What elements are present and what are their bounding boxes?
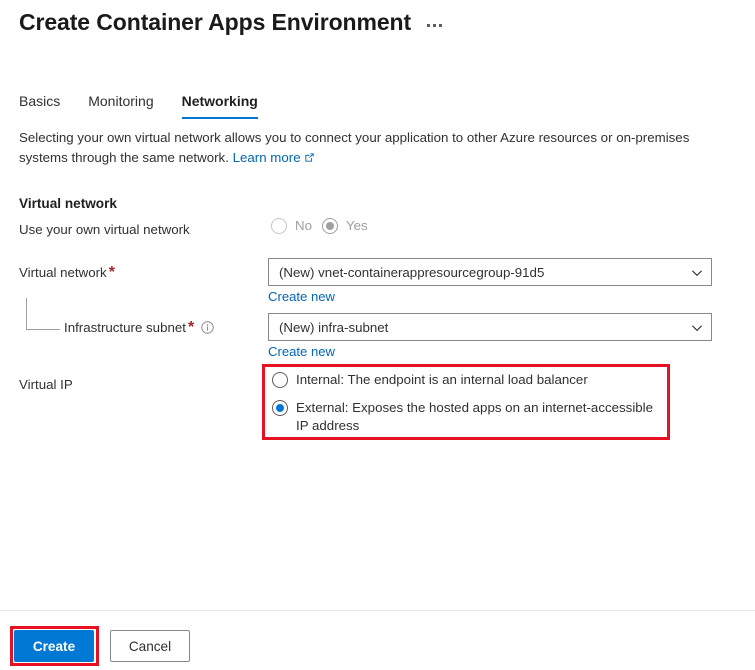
cancel-button[interactable]: Cancel: [110, 630, 190, 662]
chevron-down-icon: [691, 321, 703, 333]
create-button[interactable]: Create: [14, 630, 94, 662]
subnet-dropdown[interactable]: (New) infra-subnet: [268, 313, 712, 341]
virtual-ip-label-wrap: Virtual IP: [19, 375, 73, 394]
footer-actions: Create Cancel: [14, 630, 190, 662]
ellipsis-dot: [433, 24, 436, 27]
vnet-field-control: (New) vnet-containerappresourcegroup-91d…: [268, 258, 712, 306]
virtual-ip-label: Virtual IP: [19, 375, 73, 394]
use-own-vnet-label: Use your own virtual network: [19, 220, 190, 239]
page-title: Create Container Apps Environment: [19, 6, 411, 38]
radio-yes-label: Yes: [346, 217, 368, 235]
description-text: Selecting your own virtual network allow…: [19, 128, 691, 168]
title-row: Create Container Apps Environment: [19, 6, 444, 38]
radio-use-own-vnet-yes[interactable]: Yes: [322, 217, 368, 235]
radio-external-indicator: [272, 400, 288, 416]
external-link-icon: [304, 149, 315, 160]
learn-more-label: Learn more: [233, 150, 301, 165]
subnet-dropdown-value: (New) infra-subnet: [279, 320, 691, 335]
vnet-create-new-link[interactable]: Create new: [268, 289, 335, 304]
ellipsis-dot: [439, 24, 442, 27]
vnet-dropdown[interactable]: (New) vnet-containerappresourcegroup-91d…: [268, 258, 712, 286]
radio-no-indicator: [271, 218, 287, 234]
subnet-tree-connector: [26, 298, 60, 330]
radio-internal-label: Internal: The endpoint is an internal lo…: [296, 371, 588, 389]
chevron-down-icon: [691, 266, 703, 278]
radio-no-label: No: [295, 217, 312, 235]
description-body: Selecting your own virtual network allow…: [19, 130, 689, 165]
subnet-required-marker: *: [188, 319, 194, 336]
radio-virtual-ip-internal[interactable]: Internal: The endpoint is an internal lo…: [272, 371, 664, 389]
tab-basics[interactable]: Basics: [19, 88, 74, 119]
tab-monitoring[interactable]: Monitoring: [74, 88, 167, 119]
radio-internal-indicator: [272, 372, 288, 388]
create-container-apps-environment-blade: Create Container Apps Environment Basics…: [0, 0, 755, 670]
subnet-field-control: (New) infra-subnet Create new: [268, 313, 712, 361]
use-own-vnet-radio-group: No Yes: [271, 217, 368, 235]
use-own-vnet-row: Use your own virtual network: [19, 220, 190, 239]
ellipsis-icon[interactable]: [425, 18, 444, 33]
vnet-field-label-wrap: Virtual network*: [19, 263, 115, 282]
radio-virtual-ip-external[interactable]: External: Exposes the hosted apps on an …: [272, 399, 664, 435]
tab-bar: Basics Monitoring Networking: [19, 88, 272, 119]
radio-use-own-vnet-no[interactable]: No: [271, 217, 312, 235]
vnet-dropdown-value: (New) vnet-containerappresourcegroup-91d…: [279, 265, 691, 280]
subnet-field-label-wrap: Infrastructure subnet*: [64, 318, 214, 337]
learn-more-link[interactable]: Learn more: [233, 150, 301, 165]
radio-external-label: External: Exposes the hosted apps on an …: [296, 399, 662, 435]
ellipsis-dot: [427, 24, 430, 27]
tab-networking[interactable]: Networking: [168, 88, 272, 119]
subnet-field-label: Infrastructure subnet: [64, 318, 186, 337]
vnet-field-label: Virtual network: [19, 263, 107, 282]
footer-divider: [0, 610, 755, 611]
radio-yes-indicator: [322, 218, 338, 234]
info-icon[interactable]: [201, 321, 214, 334]
virtual-ip-radio-group: Internal: The endpoint is an internal lo…: [272, 371, 664, 435]
virtual-network-heading: Virtual network: [19, 196, 117, 211]
vnet-required-marker: *: [109, 264, 115, 281]
subnet-create-new-link[interactable]: Create new: [268, 344, 335, 359]
